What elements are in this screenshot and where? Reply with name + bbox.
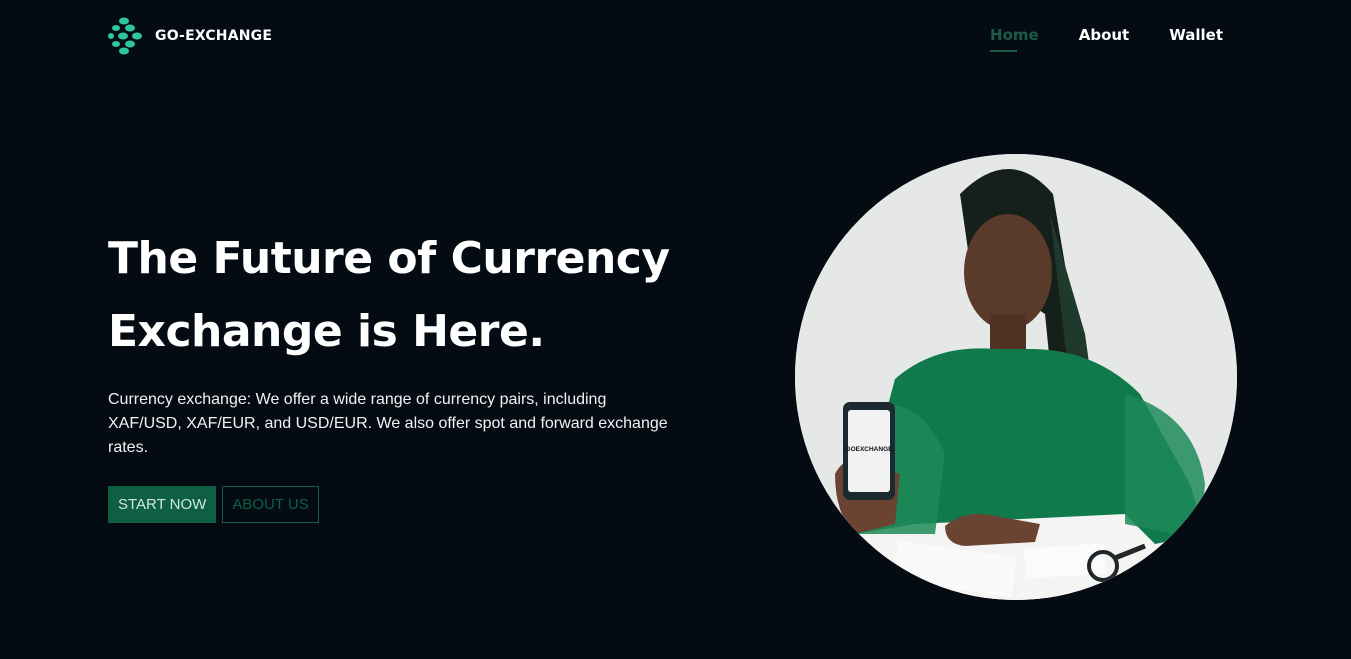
person-with-phone-illustration: GOEXCHANGE [795, 154, 1237, 600]
hero-title-line-2: Exchange is Here. [108, 306, 545, 357]
dots-logo-icon [108, 17, 142, 55]
hero-photo: GOEXCHANGE [795, 154, 1237, 600]
hero-buttons: START NOW ABOUT US [108, 486, 708, 523]
nav-menu: Home About Wallet [990, 26, 1223, 52]
top-navbar: GO-EXCHANGE Home About Wallet [108, 16, 1223, 60]
brand-name: GO-EXCHANGE [155, 28, 273, 44]
hero-section: The Future of Currency Exchange is Here.… [108, 222, 708, 523]
hero-description: Currency exchange: We offer a wide range… [108, 391, 668, 456]
nav-link-wallet[interactable]: Wallet [1169, 26, 1223, 50]
brand-logo[interactable]: GO-EXCHANGE [108, 16, 272, 56]
start-now-button[interactable]: START NOW [108, 486, 217, 523]
nav-link-home[interactable]: Home [990, 26, 1039, 52]
phone-screen-text: GOEXCHANGE [846, 446, 894, 453]
about-us-button[interactable]: ABOUT US [222, 486, 319, 523]
hero-title: The Future of Currency Exchange is Here. [108, 222, 708, 368]
nav-link-about[interactable]: About [1079, 26, 1130, 50]
hero-title-line-1: The Future of Currency [108, 233, 670, 284]
